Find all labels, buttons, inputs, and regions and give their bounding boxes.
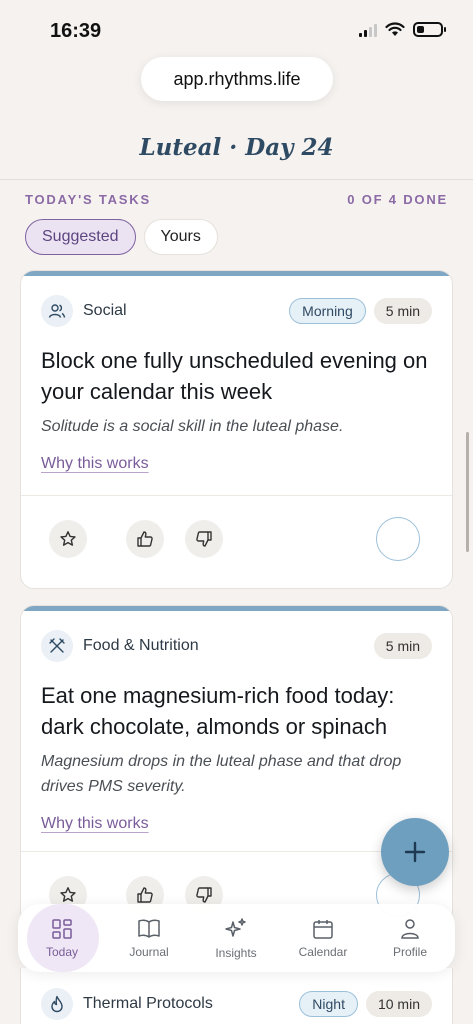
nav-item-insights[interactable]: Insights [193,904,279,972]
thumbs-down-icon [196,887,212,903]
people-icon [41,295,73,327]
category-label: Social [83,302,127,319]
why-this-works-link[interactable]: Why this works [41,455,149,473]
page-title: Luteal · Day 24 [139,134,334,161]
nav-label: Today [45,944,79,959]
sparkles-icon [225,917,246,937]
task-title: Block one fully unscheduled evening on y… [41,348,428,404]
card-actions [21,496,452,588]
dislike-button[interactable] [185,520,223,558]
favorite-button[interactable] [49,520,87,558]
filter-tabs: Suggested Yours [25,219,218,255]
wifi-icon [385,22,405,36]
url-text: app.rhythms.life [173,68,301,89]
header-divider [0,179,473,180]
task-category: Food & Nutrition [41,630,199,662]
star-icon [60,887,76,902]
task-card[interactable]: Food & Nutrition 5 min Eat one magnesium… [20,605,453,925]
tab-suggested[interactable]: Suggested [25,219,136,255]
tab-yours[interactable]: Yours [143,219,218,255]
task-subtitle: Magnesium drops in the luteal phase and … [41,753,402,795]
calendar-icon [313,919,333,939]
nav-item-journal[interactable]: Journal [106,904,192,972]
category-label: Thermal Protocols [83,995,213,1012]
utensils-icon [41,630,73,662]
task-subtitle: Solitude is a social skill in the luteal… [41,418,344,435]
like-button[interactable] [126,520,164,558]
duration-badge: 5 min [373,298,432,324]
card-accent-bar [21,606,452,611]
task-card[interactable]: Thermal Protocols Night 10 min [20,968,453,1024]
book-icon [138,919,160,938]
task-category: Social [41,295,127,327]
category-label: Food & Nutrition [83,637,199,654]
nav-label: Insights [215,945,257,960]
cellular-signal-icon [359,23,377,37]
add-task-button[interactable] [381,818,449,886]
grid-icon [52,918,72,939]
tasks-progress-count: 0 OF 4 DONE [347,192,448,207]
status-icons [359,22,446,37]
status-time: 16:39 [50,20,102,42]
time-of-day-badge: Morning [289,298,366,324]
why-this-works-link[interactable]: Why this works [41,815,149,833]
tasks-label: TODAY'S TASKS [25,192,151,207]
tasks-header: TODAY'S TASKS 0 OF 4 DONE [25,192,448,207]
bottom-nav: Today Journal Insights Calendar Profile [18,904,455,972]
task-title: Eat one magnesium-rich food today: dark … [41,683,395,739]
duration-badge: 5 min [373,633,432,659]
nav-label: Journal [129,944,169,959]
status-bar: 16:39 [0,0,473,60]
time-of-day-badge: Night [299,991,358,1017]
flame-icon [41,988,73,1020]
thumbs-up-icon [137,531,153,547]
card-accent-bar [21,271,452,276]
nav-item-profile[interactable]: Profile [367,904,453,972]
scrollbar[interactable] [466,432,469,552]
nav-label: Calendar [298,944,348,959]
star-icon [60,531,76,546]
task-card[interactable]: Social Morning 5 min Block one fully uns… [20,270,453,589]
task-category: Thermal Protocols [41,988,213,1020]
thumbs-down-icon [196,531,212,547]
plus-icon [404,841,426,863]
nav-label: Profile [392,944,427,959]
nav-item-calendar[interactable]: Calendar [280,904,366,972]
person-icon [401,918,419,939]
nav-item-today[interactable]: Today [19,904,105,972]
url-bar[interactable]: app.rhythms.life [141,57,333,101]
duration-badge: 10 min [365,991,432,1017]
battery-icon [413,22,446,37]
complete-task-checkbox[interactable] [376,517,420,561]
thumbs-up-icon [137,887,153,903]
